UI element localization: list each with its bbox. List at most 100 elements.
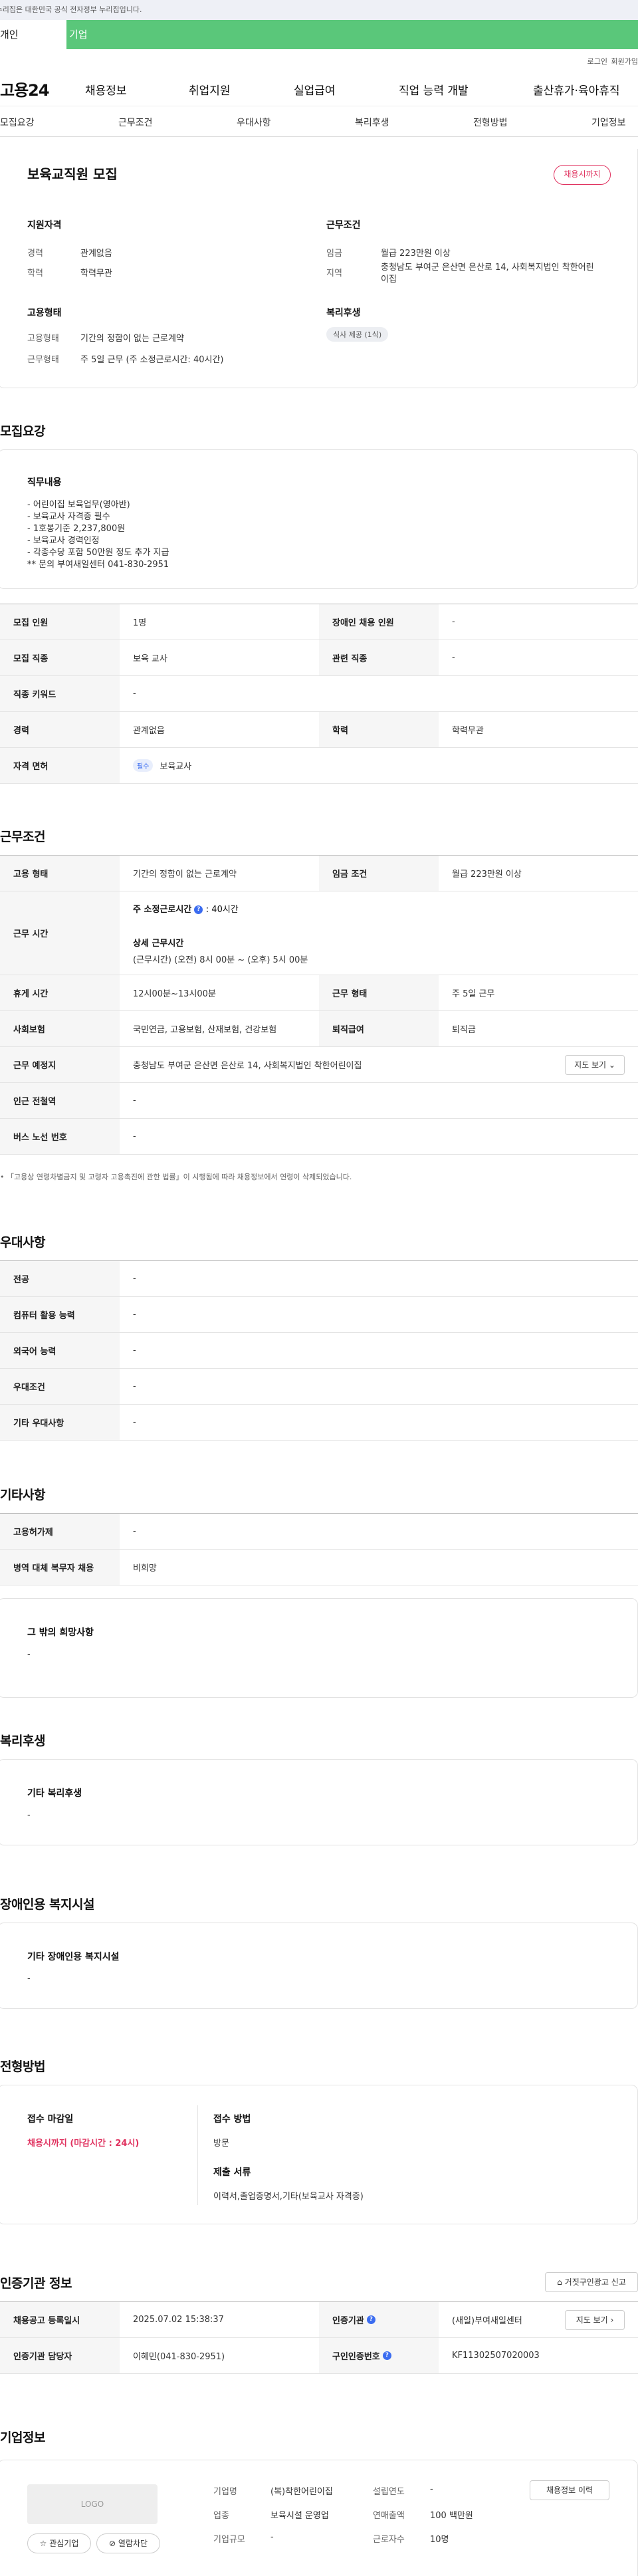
map-button-label: 지도 보기 (574, 1060, 607, 1070)
work-type-value: 주 5일 근무 (주 소정근로시간: 40시간) (80, 355, 224, 365)
th-work-form: 근무 형태 (319, 975, 439, 1010)
chevron-down-icon: ⌄ (608, 1060, 615, 1070)
agency-section-title: 인증기관 정보 (0, 2276, 72, 2291)
agency-map-button[interactable]: 지도 보기 › (565, 2310, 625, 2330)
table-row: 우대조건 - (0, 1369, 638, 1405)
hope-heading: 그 밖의 희망사항 (27, 1627, 94, 1638)
section-nav-welfare[interactable]: 복리후생 (355, 116, 389, 129)
age-law-note: • 「고용상 연령차별금지 및 고령자 고용촉진에 관한 법률」이 시행됨에 따… (0, 1173, 352, 1181)
tab-business[interactable]: 기업 (66, 20, 638, 49)
duty-card: 직무내용 - 어린이집 보육업무(영아반) - 보육교사 자격증 필수 - 1호… (0, 449, 638, 589)
duty-line: - 보육교사 경력인정 (27, 536, 100, 546)
company-name-label: 기업명 (213, 2487, 237, 2497)
td-wage: 월급 223만원 이상 (452, 870, 522, 879)
detail-hours-value: (근무시간) (오전) 8시 00분 ~ (오후) 5시 00분 (133, 955, 308, 965)
work-table: 고용 형태 기간의 정함이 없는 근로계약 임금 조건 월급 223만원 이상 … (0, 855, 638, 1155)
recruit-section-title: 모집요강 (0, 424, 45, 439)
edu-value: 학력무관 (80, 269, 112, 279)
table-row: 휴게 시간 12시00분~13시00분 근무 형태 주 5일 근무 (0, 975, 638, 1011)
section-nav-select[interactable]: 전형방법 (473, 116, 508, 129)
td-language: - (133, 1346, 136, 1355)
favorite-label: 관심기업 (49, 2539, 79, 2548)
gnb-item-leave[interactable]: 출산휴가·육아휴직 (533, 81, 620, 98)
hope-value: - (27, 1649, 31, 1659)
td-keyword: - (133, 689, 136, 699)
gnb-item-unemployment[interactable]: 실업급여 (294, 81, 336, 98)
td-bus: - (133, 1131, 136, 1141)
section-nav-company[interactable]: 기업정보 (591, 116, 626, 129)
table-row: 모집 인원 1명 장애인 채용 인원 - (0, 604, 638, 640)
agency-map-button-label: 지도 보기 (576, 2315, 608, 2325)
td-location: 충청남도 부여군 은산면 은산로 14, 사회복지법인 착한어린이집 (133, 1061, 362, 1071)
welfare-sub-heading: 기타 복리후생 (27, 1788, 82, 1799)
founded-label: 설립연도 (373, 2487, 405, 2497)
login-link[interactable]: 로그인 (587, 56, 607, 66)
wage-label: 임금 (326, 249, 342, 259)
job-history-button[interactable]: 채용정보 이력 (530, 2480, 609, 2500)
size-value: - (270, 2532, 274, 2542)
th-related-occupation: 관련 직종 (319, 640, 439, 675)
report-button[interactable]: ⌂ 거짓구인광고 신고 (545, 2272, 638, 2292)
welfare-value: - (27, 1810, 31, 1820)
map-button[interactable]: 지도 보기 ⌄ (565, 1055, 625, 1075)
table-row: 근무 시간 주 소정근로시간? : 40시간 상세 근무시간 (근무시간) (오… (0, 891, 638, 975)
info-icon[interactable]: ? (194, 905, 203, 914)
th-language: 외국어 능력 (0, 1333, 120, 1368)
section-nav: 모집요강 근무조건 우대사항 복리후생 전형방법 기업정보 (0, 106, 638, 137)
th-career: 경력 (0, 712, 120, 747)
th-occupation: 모집 직종 (0, 640, 120, 675)
signup-link[interactable]: 회원가입 (611, 56, 638, 66)
section-nav-recruit[interactable]: 모집요강 (0, 116, 35, 129)
table-row: 전공 - (0, 1261, 638, 1297)
sales-value: 100 백만원 (430, 2511, 473, 2521)
table-row: 사회보험 국민연금, 고용보험, 산재보험, 건강보험 퇴직급여 퇴직금 (0, 1011, 638, 1047)
th-manager: 인증기관 담당자 (0, 2338, 120, 2373)
gov-notice: 이 누리집은 대한민국 공식 전자정부 누리집입니다. (0, 0, 638, 20)
td-retirement: 퇴직금 (452, 1025, 476, 1035)
emp-heading: 고용형태 (27, 308, 62, 318)
table-row: 직종 키워드 - (0, 676, 638, 712)
industry-label: 업종 (213, 2511, 229, 2521)
section-nav-pref[interactable]: 우대사항 (237, 116, 271, 129)
td-station: - (133, 1096, 136, 1106)
gnb-item-employment-support[interactable]: 취업지원 (189, 81, 231, 98)
license-value: 보육교사 (160, 762, 192, 772)
table-row: 외국어 능력 - (0, 1333, 638, 1369)
tab-personal[interactable]: 개인 (0, 20, 66, 49)
th-work-hours: 근무 시간 (0, 891, 120, 975)
favorite-company-button[interactable]: ☆ 관심기업 (27, 2533, 91, 2553)
info-icon[interactable]: ? (382, 2351, 391, 2360)
employees-value: 10명 (430, 2535, 449, 2545)
block-view-button[interactable]: ⊘ 열람차단 (96, 2533, 160, 2553)
info-icon[interactable]: ? (366, 2315, 375, 2324)
divider (197, 2105, 198, 2205)
td-break: 12시00분~13시00분 (133, 989, 216, 999)
block-label: 열람차단 (118, 2539, 148, 2548)
required-tag: 필수 (133, 759, 154, 772)
hope-card: 그 밖의 희망사항 - (0, 1598, 638, 1698)
edu-label: 학력 (27, 269, 43, 279)
td-computer: - (133, 1310, 136, 1320)
pref-table: 전공 - 컴퓨터 활용 능력 - 외국어 능력 - 우대조건 - 기타 우대사항 - (0, 1260, 638, 1441)
table-row: 근무 예정지 충청남도 부여군 은산면 은산로 14, 사회복지법인 착한어린이… (0, 1047, 638, 1083)
career-value: 관계없음 (80, 249, 112, 259)
td-major: - (133, 1274, 136, 1284)
site-logo[interactable]: 고용24 (0, 77, 50, 100)
th-license: 자격 면허 (0, 748, 120, 783)
disabled-section-title: 장애인용 복지시설 (0, 1897, 94, 1912)
th-station: 인근 전철역 (0, 1083, 120, 1118)
td-education: 학력무관 (452, 726, 484, 736)
table-row: 버스 노선 번호 - (0, 1119, 638, 1155)
td-work-hours: 주 소정근로시간? : 40시간 상세 근무시간 (근무시간) (오전) 8시 … (120, 891, 638, 975)
td-career: 관계없음 (133, 726, 165, 736)
work-section-title: 근무조건 (0, 830, 45, 844)
gnb-item-training[interactable]: 직업 능력 개발 (399, 81, 469, 98)
qualify-heading: 지원자격 (27, 220, 62, 231)
td-emp-type: 기간의 정함이 없는 근로계약 (133, 870, 237, 879)
gnb-item-jobs[interactable]: 채용정보 (85, 81, 127, 98)
table-row: 컴퓨터 활용 능력 - (0, 1297, 638, 1333)
etc-section-title: 기타사항 (0, 1488, 45, 1502)
th-keyword: 직종 키워드 (0, 676, 120, 711)
table-row: 채용공고 등록일시 2025.07.02 15:38:37 인증기관? (새일)… (0, 2302, 638, 2338)
section-nav-work[interactable]: 근무조건 (118, 116, 153, 129)
